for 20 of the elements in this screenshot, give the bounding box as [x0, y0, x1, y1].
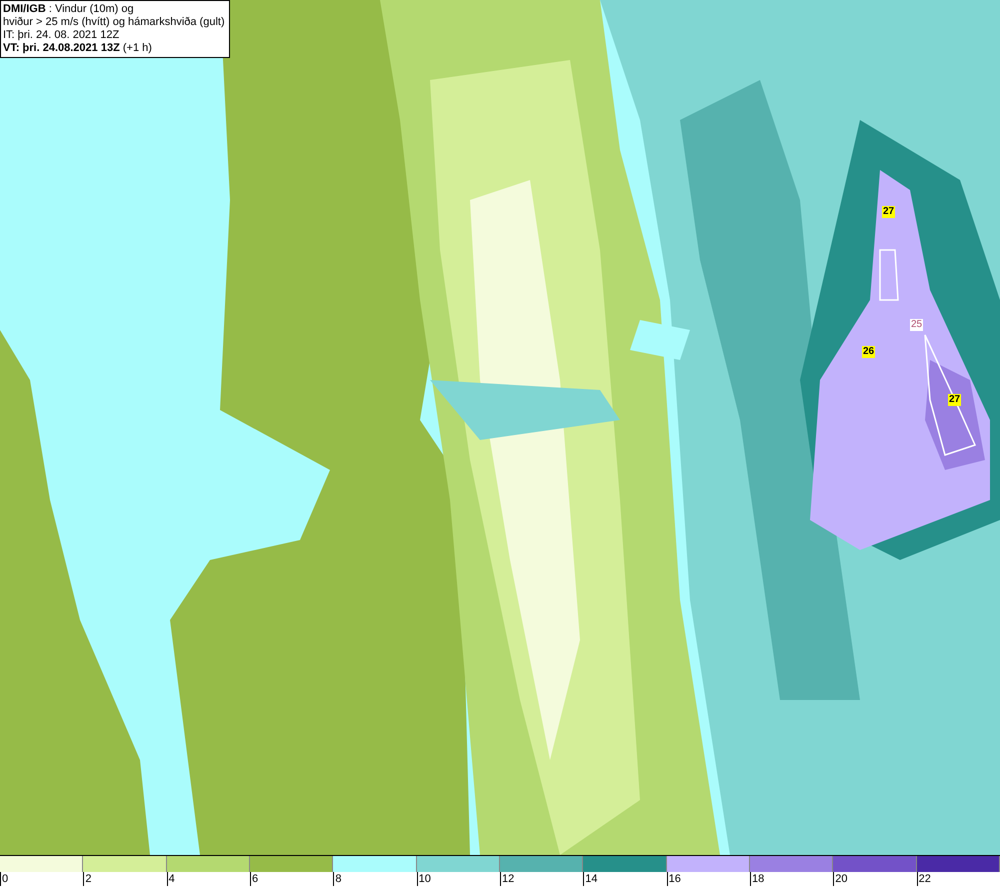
legend-tick: 16	[666, 872, 681, 886]
title-line: VT: þri. 24.08.2021 13Z (+1 h)	[3, 42, 153, 55]
title-line: DMI/IGB : Vindur (10m) og	[3, 3, 135, 16]
legend-tick: 22	[916, 872, 931, 886]
legend-tick: 14	[583, 872, 598, 886]
legend-tick: 0	[0, 872, 8, 886]
legend-tick: 20	[833, 872, 848, 886]
legend-tick: 18	[750, 872, 764, 886]
title-line: IT: þri. 24. 08. 2021 12Z	[3, 29, 120, 42]
gust-label: 26	[862, 346, 876, 358]
gust-label: 25	[910, 319, 924, 331]
legend-tick: 4	[166, 872, 175, 886]
legend-tick: 8	[333, 872, 342, 886]
title-line: hviður > 25 m/s (hvítt) og hámarkshviða (gult)	[3, 16, 225, 29]
legend-tick: 6	[250, 872, 258, 886]
gust-label: 27	[948, 394, 962, 406]
legend-tick: 2	[83, 872, 92, 886]
legend-tick: 12	[500, 872, 514, 886]
gust-label: 27	[882, 206, 896, 218]
legend-tick: 10	[416, 872, 431, 886]
